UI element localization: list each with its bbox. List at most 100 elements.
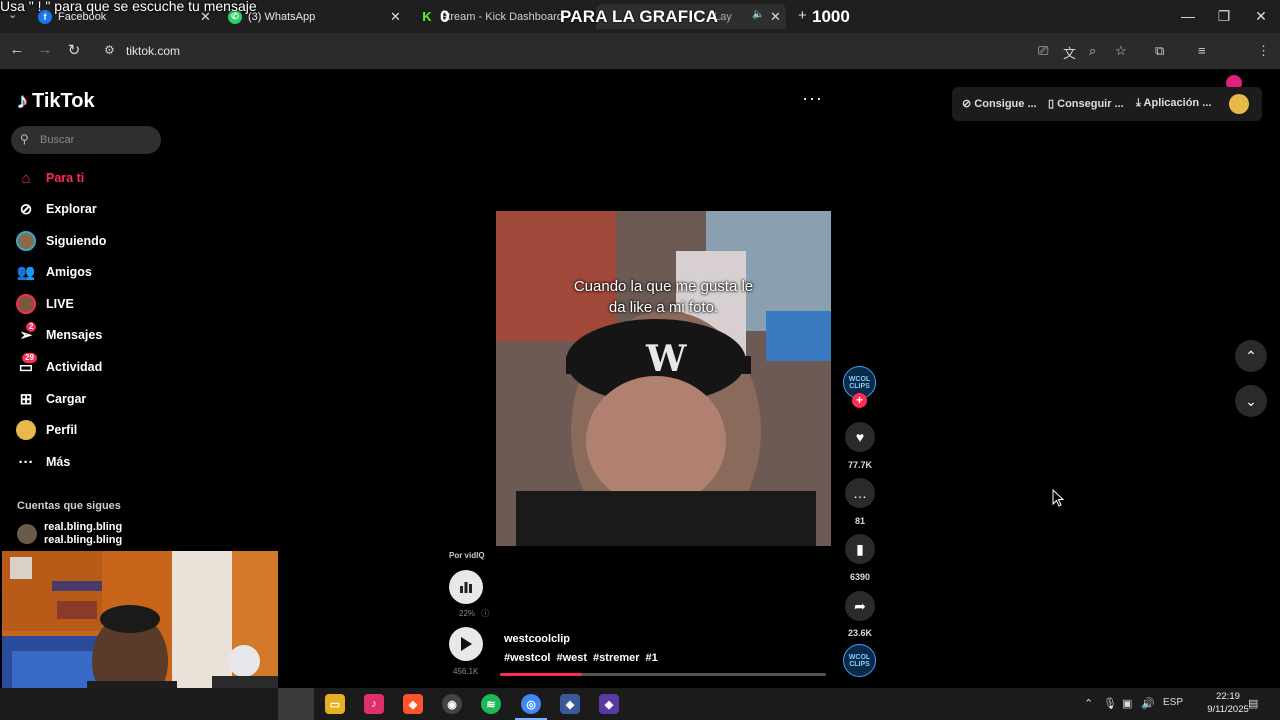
- sidebar-item-live[interactable]: LIVE: [16, 292, 176, 316]
- close-icon[interactable]: ✕: [390, 9, 401, 25]
- messages-badge: 2: [26, 322, 37, 332]
- sidebar-item-label: Cargar: [46, 392, 87, 406]
- search-input[interactable]: ⚲ Buscar: [11, 126, 161, 154]
- new-tab-icon[interactable]: +: [798, 7, 807, 24]
- forward-icon[interactable]: →: [35, 41, 55, 58]
- sound-avatar[interactable]: WCOL CLIPS: [843, 644, 876, 677]
- get-coins-button[interactable]: ⊘ Consigue ...: [962, 97, 1037, 110]
- spotify-icon[interactable]: ≋: [481, 694, 501, 714]
- account-handle: real.bling.bling: [44, 534, 123, 546]
- clock-time: 22:19: [1216, 691, 1240, 702]
- hashtag-link[interactable]: #stremer: [593, 652, 639, 664]
- sidebar-item-siguiendo[interactable]: Siguiendo: [16, 229, 176, 253]
- obs-icon[interactable]: ◉: [442, 694, 462, 714]
- menu-kebab-icon[interactable]: ⋮: [1257, 43, 1270, 59]
- mute-icon[interactable]: 🔈: [752, 9, 764, 20]
- tiktok-app-icon[interactable]: ♪: [364, 694, 384, 714]
- stream-overlay-message: Usa " ! " para que se escuche tu mensaje: [0, 0, 257, 14]
- language-indicator[interactable]: ESP: [1163, 697, 1183, 708]
- save-button[interactable]: ▮: [845, 534, 875, 564]
- hashtag-link[interactable]: #1: [646, 652, 658, 664]
- install-app-icon[interactable]: ⎚: [1038, 43, 1048, 59]
- tiktok-note-icon: ♪: [17, 88, 28, 113]
- hashtag-link[interactable]: #westcol: [504, 652, 550, 664]
- sidebar-item-label: LIVE: [46, 297, 74, 311]
- brave-icon[interactable]: ◈: [403, 694, 423, 714]
- sidebar-item-label: Siguiendo: [46, 234, 107, 248]
- sidebar-item-label: Mensajes: [46, 328, 103, 342]
- sidebar-item-label: Más: [46, 455, 71, 469]
- chevron-down-icon: ⌄: [1245, 392, 1257, 409]
- zoom-icon[interactable]: ⌕: [1089, 43, 1096, 59]
- follow-plus-icon[interactable]: +: [852, 393, 867, 408]
- app-icon[interactable]: ◆: [599, 694, 619, 714]
- bookmark-icon: ▮: [856, 540, 864, 557]
- download-icon: ⤓: [1136, 97, 1141, 109]
- share-count: 23.6K: [847, 628, 873, 638]
- video-progress-bar[interactable]: [500, 673, 826, 676]
- coin-icon: ⊘: [962, 98, 972, 110]
- sidebar-item-amigos[interactable]: 👥 Amigos: [16, 260, 176, 284]
- sidebar-item-para-ti[interactable]: ⌂ Para ti: [16, 166, 176, 190]
- video-author[interactable]: westcoolclip: [504, 633, 570, 645]
- share-button[interactable]: ➦: [845, 591, 875, 621]
- site-info-icon[interactable]: ⚙: [104, 43, 115, 57]
- button-label: Consigue ...: [974, 98, 1037, 110]
- comment-button[interactable]: …: [845, 478, 875, 508]
- close-icon[interactable]: ✕: [770, 9, 781, 25]
- chrome-icon[interactable]: ◎: [521, 694, 541, 714]
- extensions-icon[interactable]: ⧉: [1155, 43, 1164, 59]
- sidebar-item-explorar[interactable]: ⊘ Explorar: [16, 197, 176, 221]
- following-account[interactable]: real.bling.bling real.bling.bling: [17, 521, 177, 547]
- reload-icon[interactable]: ↻: [64, 41, 84, 59]
- file-explorer-icon[interactable]: ▭: [325, 694, 345, 714]
- tiktok-logo[interactable]: ♪ TikTok: [17, 88, 95, 114]
- sidebar-item-label: Perfil: [46, 423, 78, 437]
- sidebar-item-perfil[interactable]: Perfil: [16, 418, 176, 442]
- video-player[interactable]: W: [496, 211, 831, 546]
- mouse-cursor-icon: [1052, 489, 1064, 507]
- download-app-button[interactable]: ⤓ Aplicación ...: [1136, 97, 1211, 110]
- system-clock[interactable]: 22:19 9/11/2025: [1198, 690, 1258, 716]
- network-icon[interactable]: ▣: [1122, 697, 1132, 710]
- url-text[interactable]: tiktok.com: [126, 44, 180, 58]
- back-icon[interactable]: ←: [7, 41, 27, 58]
- tray-overflow-icon[interactable]: ⌃: [1084, 697, 1093, 710]
- search-placeholder: Buscar: [40, 134, 75, 146]
- more-options-icon[interactable]: ···: [802, 88, 823, 109]
- address-bar[interactable]: ⚙ tiktok.com: [96, 38, 1146, 64]
- sidebar-item-actividad[interactable]: ▭ 29 Actividad: [16, 353, 176, 379]
- hashtag-link[interactable]: #west: [556, 652, 587, 664]
- svg-text:W: W: [645, 338, 687, 380]
- logo-text: TikTok: [32, 89, 95, 112]
- like-button[interactable]: ♥: [845, 422, 875, 452]
- browser-toolbar: ← → ↻ ⚙ tiktok.com ⎚ 文 ⌕ ☆ ⧉ ≡ ⋮: [0, 33, 1280, 91]
- bookmark-star-icon[interactable]: ☆: [1115, 43, 1127, 59]
- translate-icon[interactable]: 文: [1063, 43, 1076, 62]
- sidebar-item-cargar[interactable]: ⊞ Cargar: [16, 387, 176, 411]
- user-avatar[interactable]: [1229, 94, 1249, 114]
- sidebar-item-mas[interactable]: ··· Más: [16, 450, 176, 474]
- home-icon: ⌂: [21, 169, 31, 187]
- next-video-button[interactable]: ⌄: [1235, 385, 1267, 417]
- video-progress-fill: [500, 673, 582, 676]
- app-icon[interactable]: ◆: [560, 694, 580, 714]
- following-section-title: Cuentas que sigues: [17, 500, 121, 512]
- task-view-button[interactable]: [278, 688, 314, 720]
- sidebar-item-label: Actividad: [46, 360, 103, 374]
- window-close-icon[interactable]: ✕: [1251, 8, 1271, 25]
- restore-icon[interactable]: ❐: [1214, 8, 1234, 25]
- previous-video-button[interactable]: ⌃: [1235, 340, 1267, 372]
- microphone-icon[interactable]: 🎙: [1103, 697, 1117, 710]
- media-control-icon[interactable]: ≡: [1198, 43, 1206, 58]
- get-app-button[interactable]: ▯ Conseguir ...: [1048, 97, 1124, 110]
- info-icon[interactable]: ⓘ: [481, 609, 489, 618]
- minimize-icon[interactable]: —: [1178, 8, 1198, 24]
- sidebar-item-mensajes[interactable]: ➢ 2 Mensajes: [16, 322, 176, 347]
- comment-count: 81: [854, 516, 865, 526]
- vidiq-stats-button[interactable]: [449, 570, 483, 604]
- kick-icon: K: [422, 9, 432, 24]
- play-button[interactable]: [449, 627, 483, 661]
- author-avatar-text: WCOL CLIPS: [848, 375, 871, 390]
- volume-icon[interactable]: 🔊: [1141, 697, 1155, 710]
